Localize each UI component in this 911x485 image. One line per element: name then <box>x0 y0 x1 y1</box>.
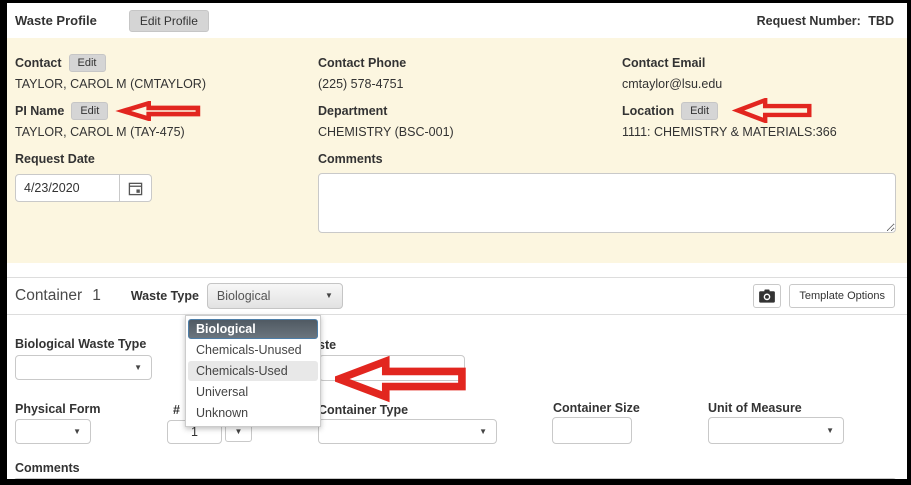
waste-type-option[interactable]: Biological <box>188 319 318 339</box>
waste-type-label: Waste Type <box>131 289 199 303</box>
chevron-down-icon: ▼ <box>479 428 487 436</box>
edit-profile-button[interactable]: Edit Profile <box>129 10 209 32</box>
request-number-value: TBD <box>868 14 894 28</box>
contact-phone-label: Contact Phone <box>318 56 406 70</box>
waste-type-selected-value: Biological <box>217 289 271 303</box>
profile-comments-label: Comments <box>318 152 383 166</box>
container-type-select[interactable]: ▼ <box>318 419 497 444</box>
pi-name-value: TAYLOR, CAROL M (TAY-475) <box>15 125 318 139</box>
pi-name-edit-button[interactable]: Edit <box>71 102 108 120</box>
profile-comments-field: Comments <box>318 149 896 233</box>
pi-name-field: PI Name Edit TAYLOR, CAROL M (TAY-475) <box>15 101 318 149</box>
profile-row-2: PI Name Edit TAYLOR, CAROL M (TAY-475) D… <box>15 101 895 149</box>
request-date-input[interactable] <box>15 174 120 202</box>
waste-type-select[interactable]: Biological ▼ <box>207 283 343 309</box>
waste-type-option[interactable]: Chemicals-Unused <box>188 340 318 360</box>
contact-label: Contact <box>15 56 62 70</box>
container-type-label: Container Type <box>318 403 408 417</box>
contact-edit-button[interactable]: Edit <box>69 54 106 72</box>
section-gap <box>7 263 907 277</box>
num-containers-label: # <box>173 403 180 417</box>
pi-name-label: PI Name <box>15 104 64 118</box>
contact-value: TAYLOR, CAROL M (CMTAYLOR) <box>15 77 318 91</box>
profile-panel: Contact Edit TAYLOR, CAROL M (CMTAYLOR) … <box>7 38 907 263</box>
profile-row-1: Contact Edit TAYLOR, CAROL M (CMTAYLOR) … <box>15 53 895 101</box>
waste-type-dropdown-list: Biological Chemicals-Unused Chemicals-Us… <box>185 315 321 427</box>
waste-type-option[interactable]: Chemicals-Used <box>188 361 318 381</box>
chevron-down-icon: ▼ <box>134 364 142 372</box>
container-title: Container <box>15 287 82 305</box>
biological-waste-type-select[interactable]: ▼ <box>15 355 152 380</box>
container-number: 1 <box>92 287 101 305</box>
top-bar: Waste Profile Edit Profile Request Numbe… <box>7 3 907 38</box>
template-options-button[interactable]: Template Options <box>789 284 895 308</box>
container-comments-label: Comments <box>15 461 80 475</box>
container-size-input[interactable] <box>552 417 632 444</box>
contact-phone-field: Contact Phone (225) 578-4751 <box>318 53 622 101</box>
contact-email-value: cmtaylor@lsu.edu <box>622 77 895 91</box>
contact-email-field: Contact Email cmtaylor@lsu.edu <box>622 53 895 101</box>
unit-of-measure-select[interactable]: ▼ <box>708 417 844 444</box>
calendar-button[interactable] <box>120 174 152 202</box>
container-comments-textarea[interactable] <box>13 478 897 485</box>
request-date-picker <box>15 174 152 202</box>
contact-phone-value: (225) 578-4751 <box>318 77 622 91</box>
camera-icon <box>758 289 776 303</box>
calendar-icon <box>128 181 143 196</box>
physical-form-label: Physical Form <box>15 402 100 416</box>
request-number: Request Number: TBD <box>757 14 894 28</box>
profile-row-3: Request Date Comments <box>15 149 895 233</box>
camera-button[interactable] <box>753 284 781 308</box>
red-arrow-pi-name-icon <box>115 101 207 121</box>
contact-email-label: Contact Email <box>622 56 705 70</box>
red-arrow-location-icon <box>725 98 823 123</box>
location-label: Location <box>622 104 674 118</box>
chevron-down-icon: ▼ <box>73 428 81 436</box>
container-header-actions: Template Options <box>753 284 895 308</box>
container-body: Biological Chemicals-Unused Chemicals-Us… <box>7 315 907 479</box>
container-size-label: Container Size <box>553 401 640 415</box>
department-value: CHEMISTRY (BSC-001) <box>318 125 622 139</box>
container-header: Container 1 Waste Type Biological ▼ Temp… <box>7 277 907 315</box>
chevron-down-icon: ▼ <box>235 428 243 436</box>
unit-of-measure-label: Unit of Measure <box>708 401 802 415</box>
waste-type-option[interactable]: Unknown <box>188 403 318 423</box>
physical-form-select[interactable]: ▼ <box>15 419 91 444</box>
waste-profile-page: Waste Profile Edit Profile Request Numbe… <box>0 0 911 485</box>
location-edit-button[interactable]: Edit <box>681 102 718 120</box>
red-arrow-chemicals-used-icon <box>335 355 467 403</box>
request-date-field: Request Date <box>15 149 318 233</box>
location-field: Location Edit 1111: CHEMISTRY & MATERIAL… <box>622 101 895 149</box>
chevron-down-icon: ▼ <box>325 292 333 300</box>
waste-type-option[interactable]: Universal <box>188 382 318 402</box>
chevron-down-icon: ▼ <box>826 427 834 435</box>
profile-comments-textarea[interactable] <box>318 173 896 233</box>
request-date-label: Request Date <box>15 152 95 166</box>
request-number-label: Request Number: <box>757 14 861 28</box>
department-label: Department <box>318 104 387 118</box>
contact-field: Contact Edit TAYLOR, CAROL M (CMTAYLOR) <box>15 53 318 101</box>
page-title: Waste Profile <box>15 13 97 28</box>
biological-waste-type-label: Biological Waste Type <box>15 337 146 351</box>
location-value: 1111: CHEMISTRY & MATERIALS:366 <box>622 125 895 139</box>
department-field: Department CHEMISTRY (BSC-001) <box>318 101 622 149</box>
